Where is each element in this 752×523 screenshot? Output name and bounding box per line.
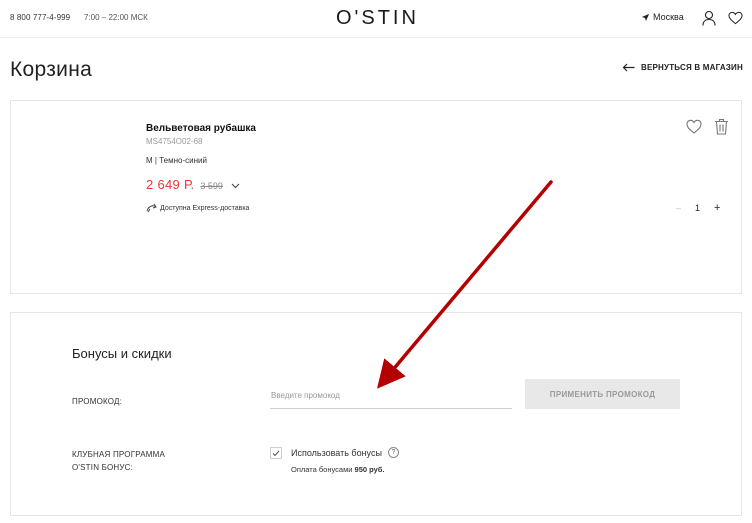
arrow-left-icon	[622, 63, 635, 72]
pay-bonus-amount: 950 руб.	[354, 465, 385, 474]
heart-icon[interactable]	[728, 11, 743, 25]
express-delivery-note: Доступна Express-доставка	[146, 203, 249, 213]
express-delivery-label: Доступна Express-доставка	[160, 204, 250, 212]
quantity-increase-button[interactable]: +	[714, 202, 720, 214]
bonuses-card	[10, 312, 742, 516]
page-title: Корзина	[10, 58, 93, 81]
checkmark-icon	[272, 450, 280, 456]
promo-code-input[interactable]	[270, 383, 512, 409]
back-to-shop-label: ВЕРНУТЬСЯ В МАГАЗИН	[641, 63, 743, 72]
use-bonus-checkbox[interactable]	[270, 447, 282, 459]
bonuses-title: Бонусы и скидки	[72, 346, 172, 361]
express-delivery-icon	[146, 203, 157, 213]
price-old: 3 599	[200, 181, 223, 191]
back-to-shop-link[interactable]: ВЕРНУТЬСЯ В МАГАЗИН	[622, 63, 743, 72]
quantity-stepper: – 1 +	[676, 202, 720, 214]
quantity-decrease-button[interactable]: –	[676, 203, 681, 213]
add-to-wishlist-icon[interactable]	[686, 119, 702, 134]
use-bonus-option[interactable]: Использовать бонусы ?	[291, 447, 399, 458]
pay-with-bonus-note: Оплата бонусами 950 руб.	[291, 465, 385, 474]
product-name[interactable]: Вельветовая рубашка	[146, 123, 256, 134]
apply-promo-button[interactable]: ПРИМЕНИТЬ ПРОМОКОД	[525, 379, 680, 409]
pay-bonus-prefix: Оплата бонусами	[291, 465, 353, 474]
top-bar: 8 800 777-4-999 7:00 – 22:00 МСК O'STIN …	[0, 0, 752, 38]
phone-number[interactable]: 8 800 777-4-999	[10, 13, 70, 22]
chevron-down-icon[interactable]	[231, 183, 240, 189]
question-icon[interactable]: ?	[387, 447, 399, 458]
location-arrow-icon	[641, 13, 650, 21]
quantity-value: 1	[695, 203, 701, 213]
trash-icon[interactable]	[714, 118, 729, 135]
use-bonus-label: Использовать бонусы	[291, 447, 382, 458]
club-program-label: КЛУБНАЯ ПРОГРАММА O'STIN БОНУС:	[72, 448, 165, 474]
product-variant: M | Темно-синий	[146, 156, 207, 165]
price-row: 2 649 Р. 3 599	[146, 177, 240, 192]
cart-item-card	[10, 100, 742, 294]
promo-label: ПРОМОКОД:	[72, 397, 123, 406]
city-label: Москва	[653, 12, 684, 22]
product-sku: MS4754O02-68	[146, 137, 203, 146]
city-selector[interactable]: Москва	[641, 12, 684, 22]
club-program-label-line1: КЛУБНАЯ ПРОГРАММА	[72, 450, 166, 459]
working-hours: 7:00 – 22:00 МСК	[84, 13, 148, 22]
club-program-label-line2: O'STIN БОНУС:	[72, 463, 134, 472]
brand-logo[interactable]: O'STIN	[336, 7, 419, 30]
price-current: 2 649 Р.	[146, 177, 195, 192]
user-icon[interactable]	[702, 10, 716, 26]
